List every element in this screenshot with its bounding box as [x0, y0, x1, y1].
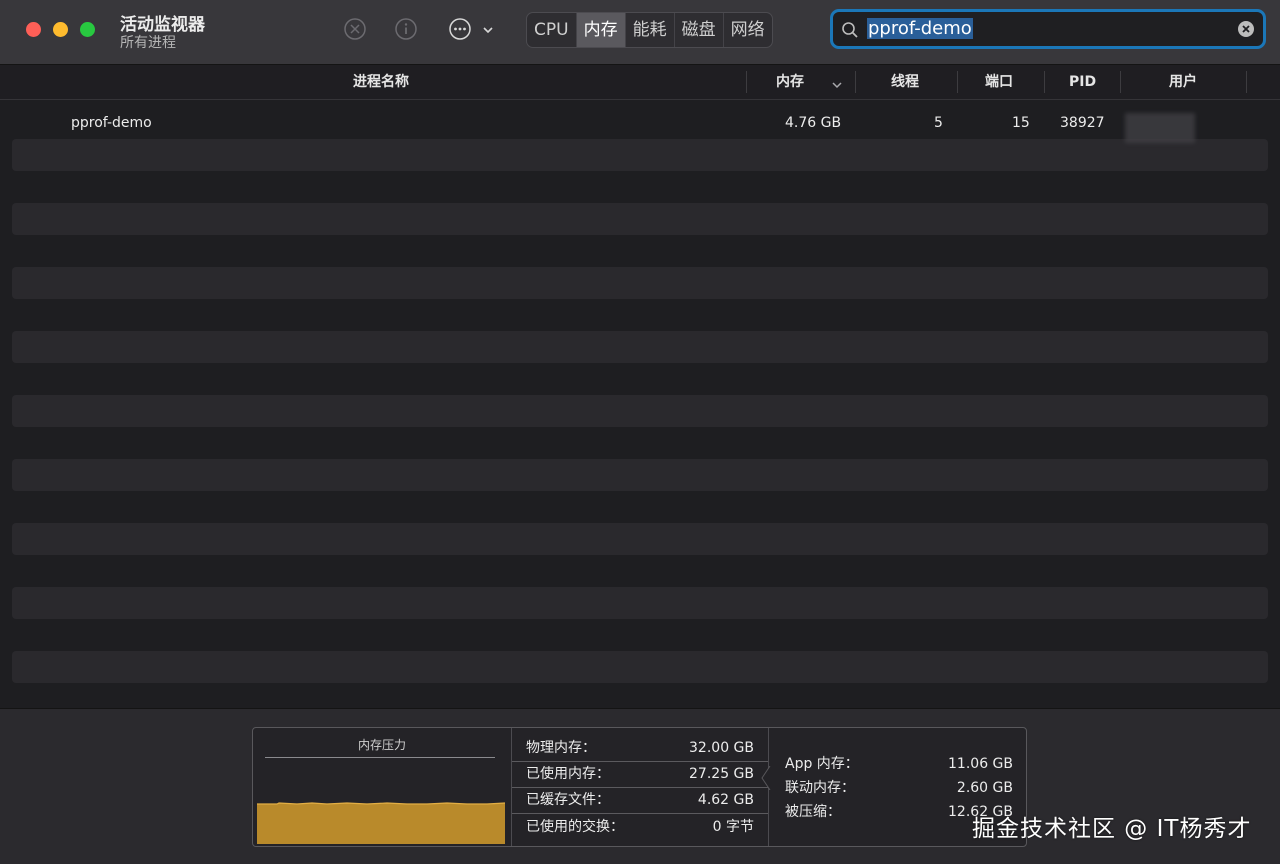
- breakdown-label: App 内存：: [785, 756, 859, 772]
- breakdown-label: 被压缩：: [785, 804, 841, 820]
- close-window-button[interactable]: [26, 22, 41, 37]
- tab-disk[interactable]: 磁盘: [675, 13, 724, 47]
- search-input-value: pprof-demo: [867, 18, 973, 39]
- tab-energy[interactable]: 能耗: [626, 13, 675, 47]
- column-header-memory[interactable]: 内存: [776, 65, 804, 99]
- stat-value: 4.62 GB: [697, 792, 754, 808]
- tab-memory[interactable]: 内存: [576, 13, 626, 47]
- stat-row-cached-files: 已缓存文件： 4.62 GB: [512, 787, 768, 814]
- table-row-stripe: [12, 395, 1268, 427]
- table-row-stripe: [12, 331, 1268, 363]
- column-header-user[interactable]: 用户: [1169, 65, 1197, 99]
- sort-descending-icon[interactable]: [831, 76, 843, 89]
- stat-value: 32.00 GB: [689, 740, 754, 756]
- column-header-pid[interactable]: PID: [1069, 65, 1096, 99]
- cell-threads: 5: [934, 115, 943, 131]
- table-row-stripe: [12, 523, 1268, 555]
- stat-value: 27.25 GB: [689, 766, 754, 782]
- toolbar: 活动监视器 所有进程 CPU 内存 能耗 磁盘 网络 pprof-demo: [0, 0, 1280, 65]
- process-table: pprof-demo 4.76 GB 5 15 38927: [0, 100, 1280, 708]
- stat-label: 已缓存文件：: [526, 792, 610, 808]
- stat-label: 物理内存：: [526, 740, 596, 756]
- minimize-window-button[interactable]: [53, 22, 68, 37]
- clear-search-icon[interactable]: [1237, 20, 1255, 38]
- activity-monitor-window: 活动监视器 所有进程 CPU 内存 能耗 磁盘 网络 pprof-demo 进程…: [0, 0, 1280, 864]
- table-row[interactable]: pprof-demo 4.76 GB 5 15 38927: [0, 107, 1280, 139]
- breakdown-value: 2.60 GB: [956, 780, 1013, 796]
- info-icon[interactable]: [394, 17, 418, 41]
- stat-row-physical-memory: 物理内存： 32.00 GB: [512, 735, 768, 762]
- cell-memory: 4.76 GB: [785, 115, 842, 131]
- column-header-ports[interactable]: 端口: [985, 65, 1013, 99]
- process-filter-label[interactable]: 所有进程: [120, 32, 176, 52]
- table-row-stripe: [12, 203, 1268, 235]
- table-row-stripe: [12, 651, 1268, 683]
- breakdown-row-app-memory: App 内存： 11.06 GB: [769, 752, 1027, 776]
- memory-pressure-section: 内存压力: [253, 728, 512, 846]
- table-row-stripe: [12, 267, 1268, 299]
- column-divider[interactable]: [1120, 71, 1121, 93]
- column-divider[interactable]: [1246, 71, 1247, 93]
- table-row-stripe: [12, 587, 1268, 619]
- view-tabs: CPU 内存 能耗 磁盘 网络: [526, 12, 773, 48]
- chevron-down-icon[interactable]: [481, 22, 495, 36]
- breakdown-row-wired-memory: 联动内存： 2.60 GB: [769, 776, 1027, 800]
- tab-network[interactable]: 网络: [724, 13, 772, 47]
- column-divider[interactable]: [746, 71, 747, 93]
- table-row-stripe: [12, 139, 1268, 171]
- breakdown-value: 11.06 GB: [948, 756, 1013, 772]
- stop-process-icon[interactable]: [343, 17, 367, 41]
- breakdown-label: 联动内存：: [785, 780, 855, 796]
- stat-row-used-memory: 已使用内存： 27.25 GB: [512, 761, 768, 788]
- table-row-stripe: [12, 459, 1268, 491]
- memory-pressure-graph: [257, 802, 507, 848]
- memory-pressure-title: 内存压力: [357, 738, 406, 752]
- column-divider[interactable]: [957, 71, 958, 93]
- watermark: 掘金技术社区 @ IT杨秀才: [972, 816, 1252, 842]
- column-header-process-name[interactable]: 进程名称: [353, 65, 409, 99]
- memory-stats-section: 物理内存： 32.00 GB 已使用内存： 27.25 GB 已缓存文件： 4.…: [512, 728, 769, 846]
- cell-ports: 15: [1012, 115, 1030, 131]
- search-input[interactable]: pprof-demo: [867, 17, 1227, 41]
- search-field[interactable]: pprof-demo: [830, 9, 1266, 49]
- stat-value: 0 字节: [712, 819, 754, 835]
- stat-label: 已使用的交换：: [526, 819, 624, 835]
- search-icon: [841, 21, 859, 39]
- more-icon[interactable]: [448, 17, 472, 41]
- cell-user-redacted: [1125, 113, 1195, 143]
- column-divider[interactable]: [1044, 71, 1045, 93]
- column-header-threads[interactable]: 线程: [891, 65, 919, 99]
- zoom-window-button[interactable]: [80, 22, 95, 37]
- stat-label: 已使用内存：: [526, 766, 610, 782]
- cell-pid: 38927: [1060, 115, 1105, 131]
- tab-cpu[interactable]: CPU: [527, 13, 577, 47]
- cell-process-name: pprof-demo: [71, 115, 152, 131]
- table-header: 进程名称 内存 线程 端口 PID 用户: [0, 65, 1280, 100]
- stat-row-swap-used: 已使用的交换： 0 字节: [512, 814, 768, 840]
- memory-summary-panel: 内存压力 物理内存： 32.00 GB 已使用内存： 27.25 GB 已缓存文…: [252, 727, 1027, 847]
- column-divider[interactable]: [855, 71, 856, 93]
- memory-pressure-divider: [265, 757, 495, 758]
